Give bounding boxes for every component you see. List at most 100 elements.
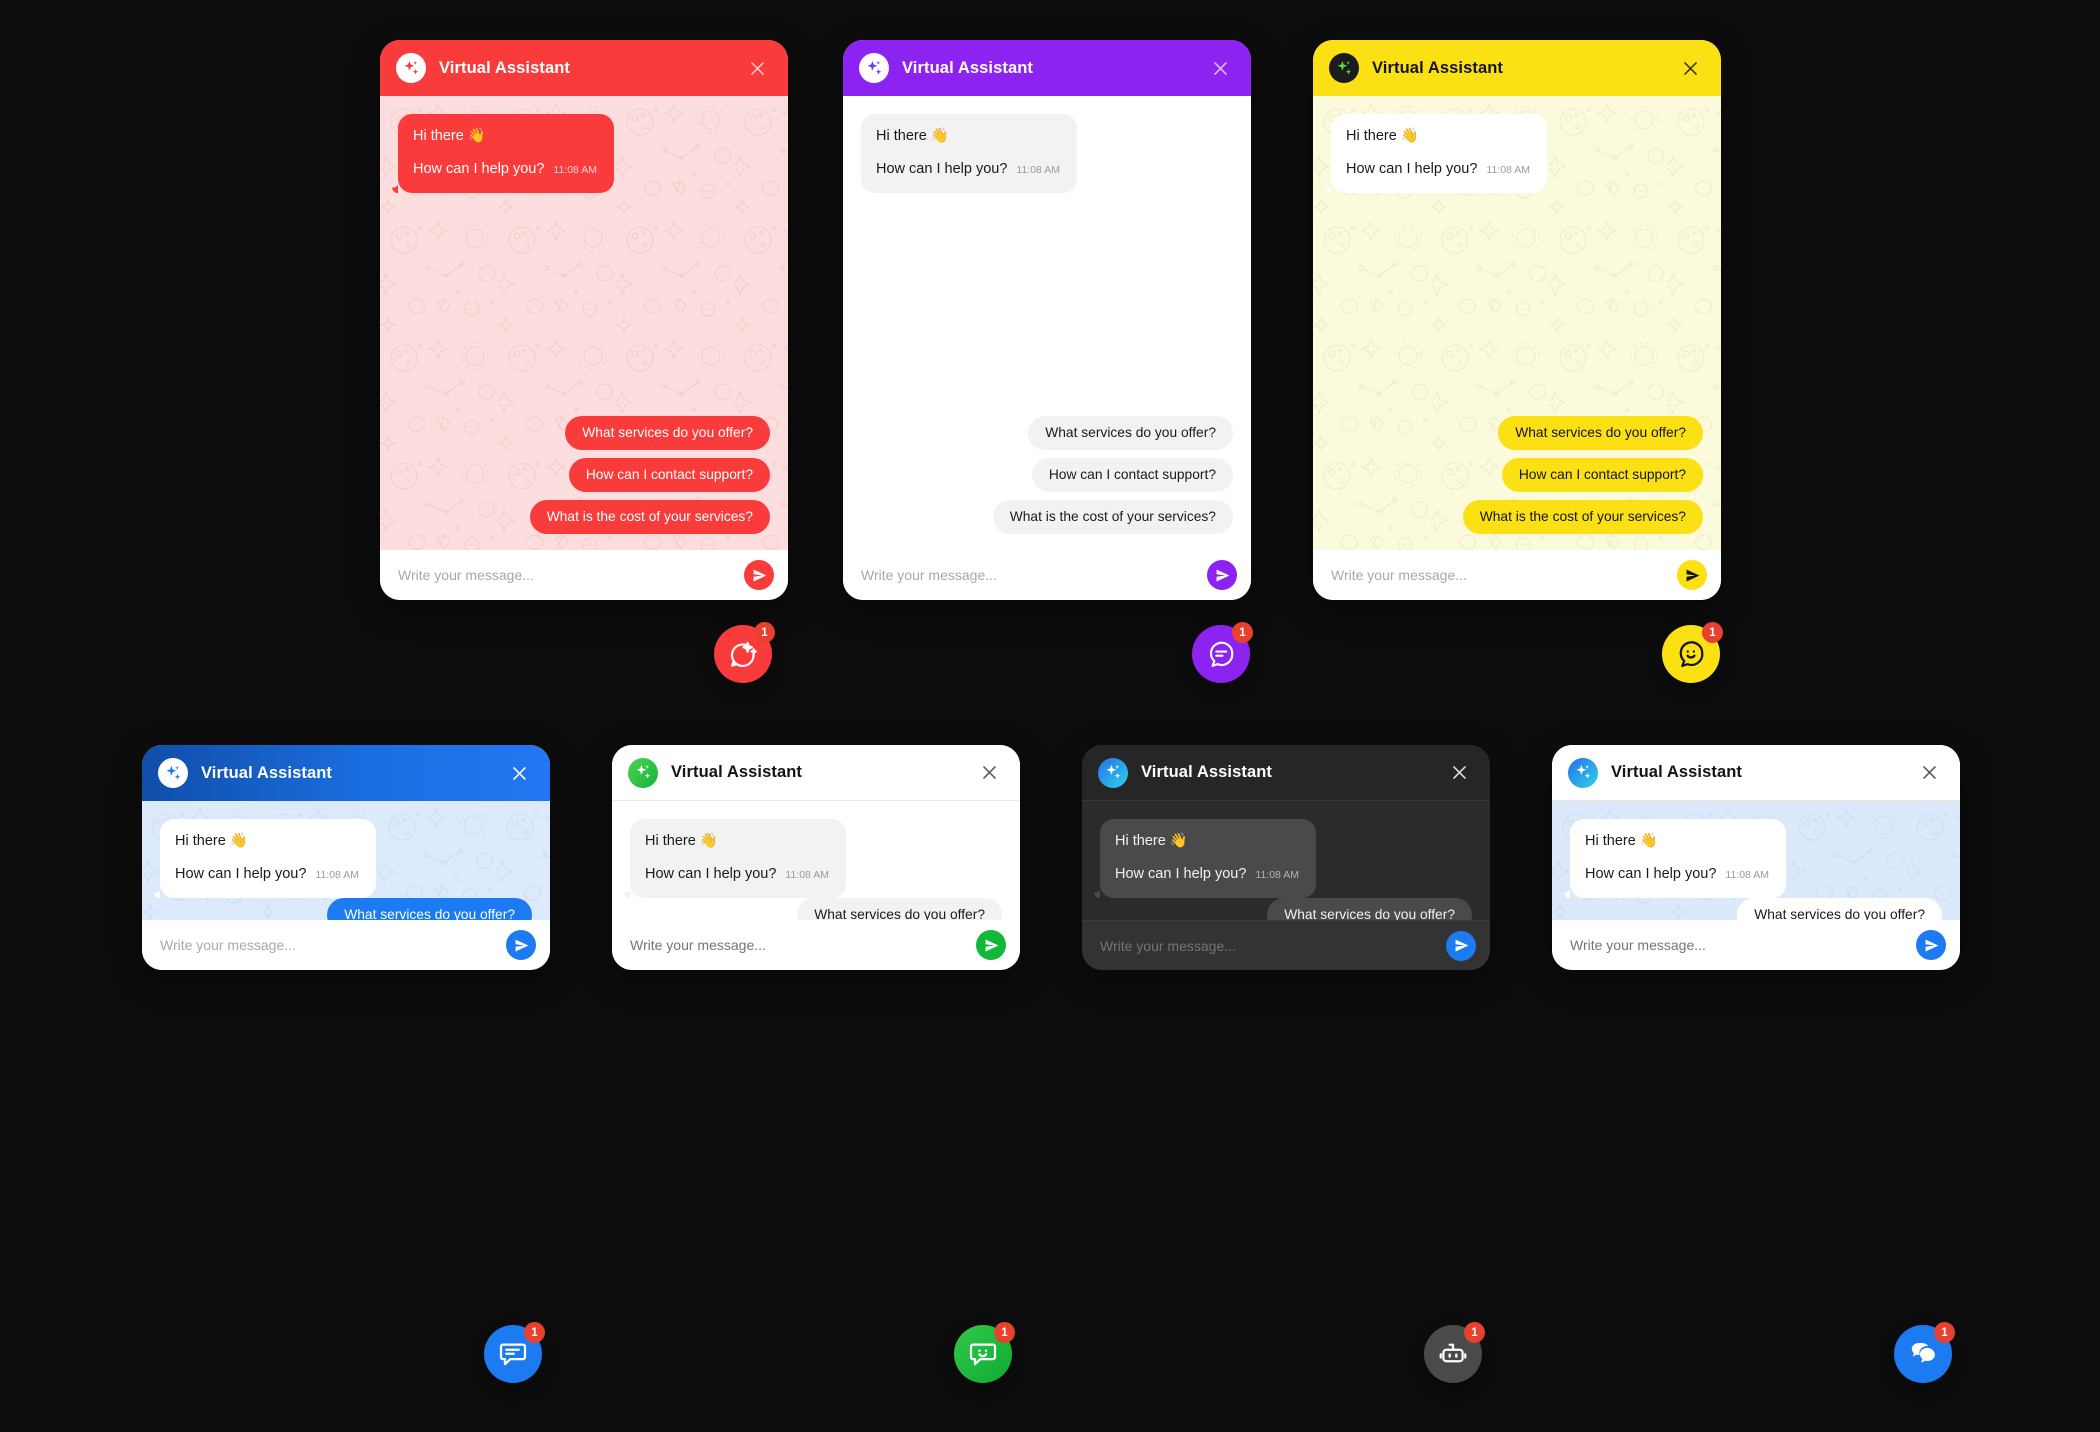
chat-lines-square-icon [498, 1339, 528, 1369]
bot-message-bubble: Hi there 👋 How can I help you? 11:08 AM [1094, 819, 1316, 898]
bot-message-bubble: Hi there 👋 How can I help you? 11:08 AM [861, 114, 1077, 193]
suggested-replies: What services do you offer? How can I con… [843, 416, 1251, 550]
suggestion-chip[interactable]: What services do you offer? [327, 898, 532, 920]
bot-message-bubble: Hi there 👋 How can I help you? 11:08 AM [154, 819, 376, 898]
sparkle-icon [1329, 53, 1359, 83]
suggestion-chip[interactable]: What services do you offer? [797, 898, 1002, 920]
bubble-tail [1094, 882, 1108, 898]
suggestion-chip[interactable]: What services do you offer? [1267, 898, 1472, 920]
suggestion-chip[interactable]: What services do you offer? [1737, 898, 1942, 920]
suggestion-chip[interactable]: How can I contact support? [1031, 458, 1233, 492]
close-icon[interactable] [1916, 760, 1942, 786]
greeting-line-2: How can I help you? [876, 161, 1008, 177]
chat-widget-blue-gradient-theme: Virtual Assistant Hi there 👋 How can I he… [142, 745, 550, 970]
greeting-line-1: Hi there 👋 [876, 128, 949, 144]
greeting-line-1: Hi there 👋 [1115, 833, 1188, 849]
message-timestamp: 11:08 AM [1016, 164, 1060, 176]
close-icon[interactable] [1677, 55, 1703, 81]
suggestion-chip[interactable]: How can I contact support? [1501, 458, 1703, 492]
bot-message-row: Hi there 👋 How can I help you? 11:08 AM [1313, 96, 1721, 193]
sparkle-icon [396, 53, 426, 83]
close-icon[interactable] [976, 760, 1002, 786]
greeting-line-2: How can I help you? [413, 161, 545, 177]
greeting-line-2-row: How can I help you? 11:08 AM [876, 160, 1061, 180]
close-icon[interactable] [744, 55, 770, 81]
close-icon[interactable] [1446, 760, 1472, 786]
chat-launcher-blue-gradient-theme[interactable]: 1 [484, 1322, 545, 1383]
close-icon[interactable] [506, 760, 532, 786]
bubble-tail [1325, 177, 1339, 193]
widget-gallery: Virtual Assistant Hi there 👋 How can I he… [0, 0, 2100, 1432]
bot-message-row: Hi there 👋 How can I help you? 11:08 AM [1082, 801, 1490, 898]
suggested-replies: What services do you offer? How can I con… [1313, 416, 1721, 550]
greeting-line-2-row: How can I help you? 11:08 AM [175, 865, 360, 885]
chat-launcher-light-blue-theme[interactable]: 1 [1894, 1322, 1955, 1383]
chat-widget-purple-theme: Virtual Assistant Hi there 👋 How can I hel… [843, 40, 1251, 600]
send-icon[interactable] [1207, 560, 1237, 590]
double-chat-icon [1908, 1339, 1938, 1369]
widget-header: Virtual Assistant [612, 745, 1020, 801]
suggestion-chip[interactable]: How can I contact support? [568, 458, 770, 492]
chat-launcher-purple-theme[interactable]: 1 [1192, 622, 1253, 683]
message-input-bar [1552, 920, 1960, 970]
chat-widget-dark-theme: Virtual Assistant Hi there 👋 How can I hel… [1082, 745, 1490, 970]
greeting-line-1: Hi there 👋 [413, 128, 486, 144]
unread-badge: 1 [754, 622, 775, 643]
widget-header: Virtual Assistant [380, 40, 788, 96]
chat-launcher-green-light-theme[interactable]: 1 [954, 1322, 1015, 1383]
suggestion-chip[interactable]: What services do you offer? [565, 416, 770, 450]
suggested-replies: What services do you offer?How can I con… [612, 898, 1020, 920]
bot-message-bubble: Hi there 👋 How can I help you? 11:08 AM [1325, 114, 1547, 193]
chat-launcher-yellow-theme[interactable]: 1 [1662, 622, 1723, 683]
chat-launcher-dark-theme[interactable]: 1 [1424, 1322, 1485, 1383]
greeting-line-2-row: How can I help you? 11:08 AM [1585, 865, 1770, 885]
chat-widget-light-blue-theme: Virtual Assistant Hi there 👋 How can I he… [1552, 745, 1960, 970]
suggestion-chip[interactable]: What services do you offer? [1498, 416, 1703, 450]
send-icon[interactable] [506, 930, 536, 960]
send-icon[interactable] [1446, 930, 1476, 961]
bot-message-row: Hi there 👋 How can I help you? 11:08 AM [612, 801, 1020, 898]
sparkle-icon [158, 758, 188, 788]
message-input-bar [380, 550, 788, 600]
bot-message-row: Hi there 👋 How can I help you? 11:08 AM [142, 801, 550, 898]
send-icon[interactable] [744, 560, 774, 590]
greeting-line-2: How can I help you? [175, 866, 307, 882]
message-input[interactable] [1100, 937, 1436, 954]
bubble-tail [154, 882, 168, 898]
suggestion-chip[interactable]: What services do you offer? [1028, 416, 1233, 450]
send-icon[interactable] [976, 930, 1006, 960]
widget-title: Virtual Assistant [1141, 763, 1272, 781]
greeting-line-1: Hi there 👋 [1346, 128, 1419, 144]
unread-badge: 1 [1464, 1322, 1485, 1343]
send-icon[interactable] [1677, 560, 1707, 590]
chat-launcher-red-theme[interactable]: 1 [714, 622, 775, 683]
unread-badge: 1 [1934, 1322, 1955, 1343]
greeting-line-2: How can I help you? [1346, 161, 1478, 177]
greeting-line-1: Hi there 👋 [645, 833, 718, 849]
close-icon[interactable] [1207, 55, 1233, 81]
message-input[interactable] [861, 567, 1197, 583]
greeting-line-2: How can I help you? [1585, 866, 1717, 882]
message-input[interactable] [1570, 937, 1906, 953]
suggestion-chip[interactable]: What is the cost of your services? [1462, 500, 1703, 534]
message-input-bar [612, 920, 1020, 970]
widget-header: Virtual Assistant [843, 40, 1251, 96]
bot-message-bubble: Hi there 👋 How can I help you? 11:08 AM [624, 819, 846, 898]
suggestion-chip[interactable]: What is the cost of your services? [992, 500, 1233, 534]
sparkle-icon [859, 53, 889, 83]
message-input[interactable] [1331, 567, 1667, 583]
message-input-bar [843, 550, 1251, 600]
suggestion-chip[interactable]: What is the cost of your services? [529, 500, 770, 534]
chat-sparkle-icon [728, 639, 758, 669]
widget-title: Virtual Assistant [1372, 58, 1503, 77]
message-input[interactable] [630, 937, 966, 953]
message-input[interactable] [398, 567, 734, 583]
chat-widget-green-light-theme: Virtual Assistant Hi there 👋 How can I hel… [612, 745, 1020, 970]
bot-message-bubble: Hi there 👋 How can I help you? 11:08 AM [392, 114, 614, 193]
bubble-tail [624, 882, 638, 898]
sparkle-icon [628, 757, 658, 788]
message-input[interactable] [160, 937, 496, 953]
send-icon[interactable] [1916, 930, 1946, 960]
message-input-bar [142, 920, 550, 970]
widget-header: Virtual Assistant [1313, 40, 1721, 96]
